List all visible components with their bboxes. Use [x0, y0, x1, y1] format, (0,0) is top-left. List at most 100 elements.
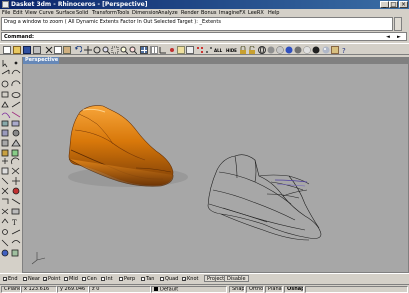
cplane-indicator: CPlane [1, 286, 21, 293]
z-coordinate: z 0 [89, 286, 151, 293]
pan-icon[interactable] [84, 46, 92, 54]
osnap-near[interactable]: Near [23, 276, 40, 282]
osnap-toggle[interactable]: Osnap [284, 286, 304, 293]
disable-toggle[interactable]: Disable [224, 275, 249, 282]
svg-text:?: ? [342, 47, 346, 54]
shaded-icon[interactable] [267, 46, 275, 54]
menu-leerx[interactable]: LeeRX [248, 10, 264, 16]
checkbox[interactable]: ✓ [43, 276, 47, 281]
command-prompt[interactable]: Command: ◄ ► [1, 32, 407, 41]
checkbox[interactable] [82, 276, 86, 281]
sphere-dark-icon[interactable] [312, 46, 320, 54]
close-button[interactable]: × [399, 1, 408, 8]
render-preview-icon[interactable] [322, 46, 330, 54]
points-off-icon[interactable] [205, 46, 213, 54]
four-views-icon[interactable] [140, 46, 148, 54]
menu-help[interactable]: Help [268, 10, 279, 16]
menu-imaginefx[interactable]: ImagineFX [219, 10, 246, 16]
unlock-icon[interactable] [248, 45, 256, 54]
checkbox[interactable] [119, 276, 123, 281]
rotate-icon[interactable] [93, 46, 101, 54]
hide-button[interactable]: HIDE [226, 48, 237, 53]
save-icon[interactable] [23, 46, 31, 54]
ortho-icon[interactable] [159, 46, 167, 54]
undo-icon[interactable] [74, 45, 83, 54]
grid-icon[interactable] [150, 46, 158, 54]
zoom-icon[interactable] [102, 46, 111, 55]
menu-tools[interactable]: Tools [117, 10, 129, 16]
checkbox[interactable]: ✓ [182, 276, 186, 281]
layer-icon[interactable] [177, 46, 185, 54]
surface-icon [1, 120, 9, 127]
print-icon[interactable] [33, 46, 41, 54]
menu-analyze[interactable]: Analyze [158, 10, 178, 16]
maximize-button[interactable]: □ [389, 1, 398, 8]
viewport-tab-perspective[interactable]: Perspective [23, 57, 59, 64]
planar-toggle[interactable]: Planar [265, 286, 283, 293]
help-icon[interactable]: ? [340, 46, 348, 55]
main-toolbar-icons[interactable]: T [0, 57, 22, 273]
new-icon[interactable] [3, 46, 11, 54]
menu-edit[interactable]: Edit [13, 10, 23, 16]
checkbox[interactable] [64, 276, 68, 281]
osnap-mid[interactable]: Mid [64, 276, 78, 282]
point-icon [14, 61, 18, 65]
checkbox[interactable] [23, 276, 27, 281]
osnap-point[interactable]: ✓Point [43, 276, 60, 282]
menu-surface[interactable]: Surface [56, 10, 75, 16]
layer-tool-icon [11, 249, 19, 257]
boolean-diff-icon [11, 149, 19, 157]
checkbox[interactable] [141, 276, 145, 281]
history-scrollbar[interactable] [394, 17, 402, 31]
text-icon: T [12, 219, 17, 227]
properties-icon[interactable] [186, 46, 194, 54]
menu-render[interactable]: Render [181, 10, 199, 16]
osnap-cen[interactable]: Cen [82, 276, 97, 282]
trim-icon [1, 177, 9, 185]
ortho-toggle[interactable]: Ortho [246, 286, 264, 293]
current-layer[interactable]: Default [151, 286, 227, 293]
osnap-perp[interactable]: Perp [119, 276, 135, 282]
zoom-extents-icon[interactable] [120, 46, 129, 55]
menu-bonus[interactable]: Bonus [201, 10, 216, 16]
checkbox[interactable] [160, 276, 164, 281]
sphere-blue-icon[interactable] [285, 46, 293, 54]
render-icon[interactable] [276, 46, 284, 54]
menu-solid[interactable]: Solid [76, 10, 88, 16]
settings-icon[interactable] [331, 46, 339, 54]
wireframe-icon[interactable] [258, 46, 266, 54]
menu-curve[interactable]: Curve [39, 10, 54, 16]
osnap-tan[interactable]: Tan [141, 276, 154, 282]
menu-view[interactable]: View [25, 10, 37, 16]
zoom-window-icon[interactable] [111, 46, 119, 54]
paste-icon[interactable] [63, 46, 71, 54]
checkbox[interactable]: ✓ [3, 276, 7, 281]
copy-icon[interactable] [54, 46, 62, 54]
open-icon[interactable] [13, 46, 21, 54]
cut-icon[interactable] [45, 46, 53, 54]
checkbox[interactable] [101, 276, 105, 281]
show-all-button[interactable]: ALL [214, 48, 222, 53]
osnap-knot[interactable]: ✓Knot [182, 276, 198, 282]
perspective-viewport[interactable] [23, 64, 408, 272]
next-command-icon[interactable]: ► [397, 34, 401, 40]
osnap-int[interactable]: Int [101, 276, 113, 282]
scale-icon [1, 167, 9, 175]
points-on-icon[interactable] [196, 46, 204, 54]
sphere-icon [12, 129, 20, 137]
zoom-selected-icon[interactable] [129, 46, 138, 55]
osnap-icon[interactable] [168, 46, 176, 54]
osnap-end[interactable]: ✓End [3, 276, 18, 282]
snap-toggle[interactable]: Snap [229, 286, 245, 293]
menu-file[interactable]: File [2, 10, 10, 16]
menu-dimension[interactable]: Dimension [132, 10, 159, 16]
lock-icon[interactable] [239, 45, 247, 54]
menu-transform[interactable]: Transform [92, 10, 117, 16]
sphere-light-icon[interactable] [303, 46, 311, 54]
prev-command-icon[interactable]: ◄ [386, 34, 390, 40]
minimize-button[interactable]: _ [380, 1, 389, 8]
osnap-quad[interactable]: Quad [160, 276, 178, 282]
rhino-app-icon[interactable] [2, 1, 9, 8]
sphere-gray-icon[interactable] [294, 46, 302, 54]
main-toolbar: T [0, 57, 22, 273]
